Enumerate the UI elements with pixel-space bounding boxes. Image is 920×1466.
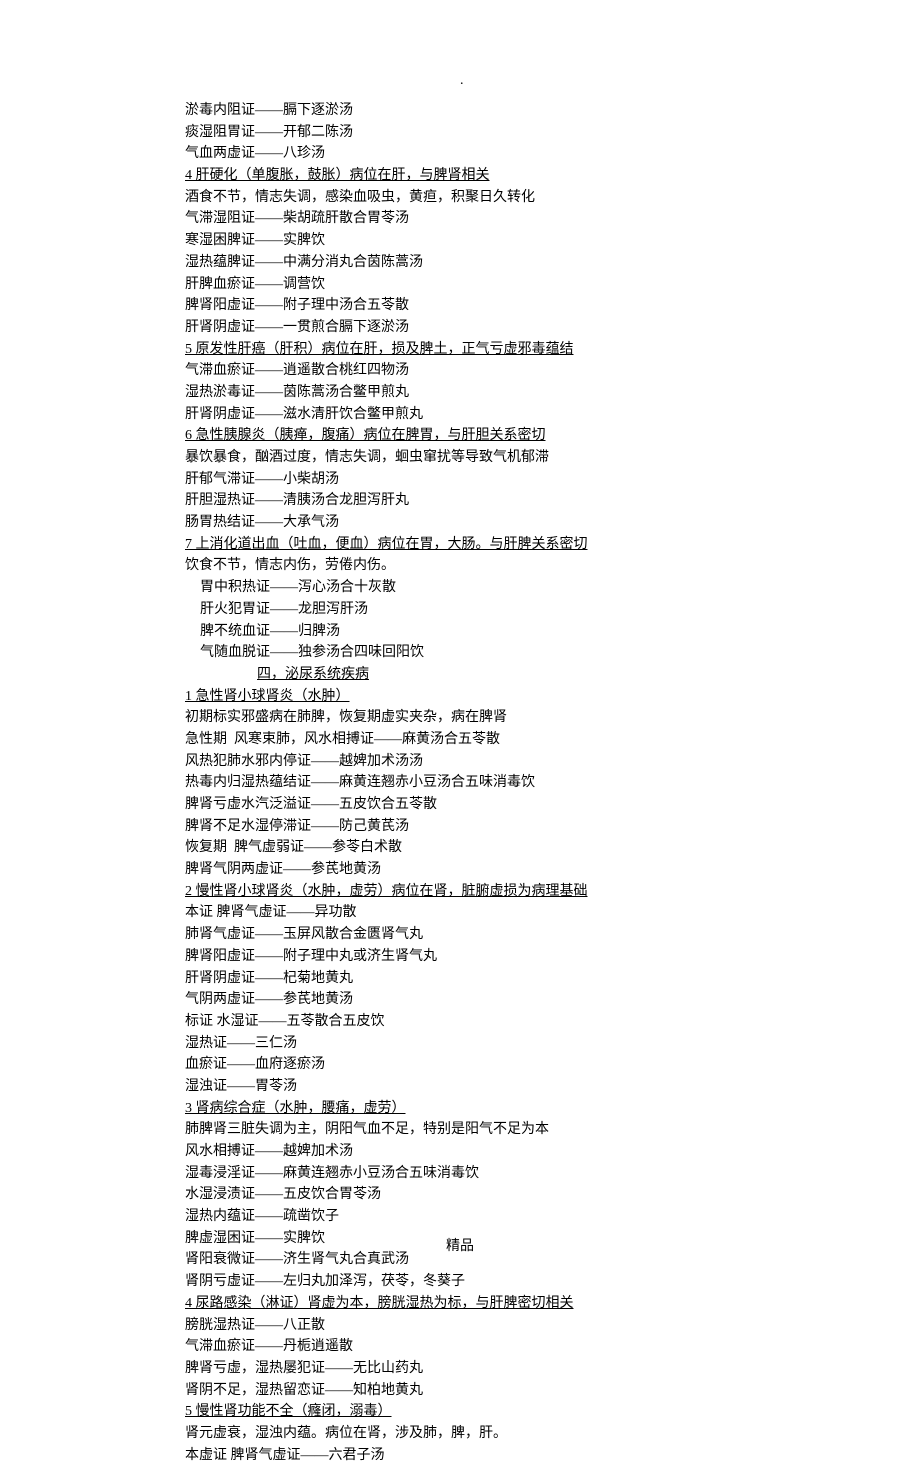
text-line: 湿热内蕴证——疏凿饮子 [185, 1206, 920, 1228]
text-line: 四，泌尿系统疾病 [185, 664, 920, 686]
text-line: 痰湿阻胃证——开郁二陈汤 [185, 122, 920, 144]
text-line: 风水相搏证——越婢加术汤 [185, 1141, 920, 1163]
text-line: 脾肾不足水湿停滞证——防己黄芪汤 [185, 816, 920, 838]
text-line: 气滞血瘀证——逍遥散合桃红四物汤 [185, 360, 920, 382]
text-line: 3 肾病综合症（水肿，腰痛，虚劳） [185, 1098, 920, 1120]
text-line: 胃中积热证——泻心汤合十灰散 [185, 577, 920, 599]
text-line: 寒湿困脾证——实脾饮 [185, 230, 920, 252]
text-line: 水湿浸渍证——五皮饮合胃苓汤 [185, 1184, 920, 1206]
text-line: 1 急性肾小球肾炎（水肿） [185, 686, 920, 708]
text-line: 湿毒浸淫证——麻黄连翘赤小豆汤合五味消毒饮 [185, 1163, 920, 1185]
text-line: 初期标实邪盛病在肺脾，恢复期虚实夹杂，病在脾肾 [185, 707, 920, 729]
text-line: 湿热蕴脾证——中满分消丸合茵陈蒿汤 [185, 252, 920, 274]
text-line: 脾肾亏虚，湿热屡犯证——无比山药丸 [185, 1358, 920, 1380]
text-line: 脾肾亏虚水汽泛溢证——五皮饮合五苓散 [185, 794, 920, 816]
text-line: 肝郁气滞证——小柴胡汤 [185, 469, 920, 491]
text-line: 肝肾阴虚证——杞菊地黄丸 [185, 968, 920, 990]
text-line: 暴饮暴食，酗酒过度，情志失调，蛔虫窜扰等导致气机郁滞 [185, 447, 920, 469]
text-line: 热毒内归湿热蕴结证——麻黄连翘赤小豆汤合五味消毒饮 [185, 772, 920, 794]
text-line: 7 上消化道出血（吐血，便血）病位在胃，大肠。与肝脾关系密切 [185, 534, 920, 556]
text-line: 4 尿路感染（淋证）肾虚为本，膀胱湿热为标，与肝脾密切相关 [185, 1293, 920, 1315]
text-line: 脾肾阳虚证——附子理中汤合五苓散 [185, 295, 920, 317]
text-line: 肾阴亏虚证——左归丸加泽泻，茯苓，冬葵子 [185, 1271, 920, 1293]
text-line: 肝火犯胃证——龙胆泻肝汤 [185, 599, 920, 621]
text-line: 肠胃热结证——大承气汤 [185, 512, 920, 534]
text-line: 4 肝硬化（单腹胀，鼓胀）病位在肝，与脾肾相关 [185, 165, 920, 187]
text-line: 2 慢性肾小球肾炎（水肿，虚劳）病位在肾，脏腑虚损为病理基础 [185, 881, 920, 903]
text-line: 湿浊证——胃苓汤 [185, 1076, 920, 1098]
text-line: 肝肾阴虚证——滋水清肝饮合鳖甲煎丸 [185, 404, 920, 426]
text-line: 本证 脾肾气虚证——异功散 [185, 902, 920, 924]
text-line: 5 慢性肾功能不全（癃闭，溺毒） [185, 1401, 920, 1423]
text-line: 膀胱湿热证——八正散 [185, 1315, 920, 1337]
text-line: 脾肾气阴两虚证——参芪地黄汤 [185, 859, 920, 881]
text-line: 酒食不节，情志失调，感染血吸虫，黄疸，积聚日久转化 [185, 187, 920, 209]
text-line: 肺脾肾三脏失调为主，阴阳气血不足，特别是阳气不足为本 [185, 1119, 920, 1141]
text-line: 肺肾气虚证——玉屏风散合金匮肾气丸 [185, 924, 920, 946]
text-line: 5 原发性肝癌（肝积）病位在肝，损及脾土，正气亏虚邪毒蕴结 [185, 339, 920, 361]
text-line: 6 急性胰腺炎（胰瘅，腹痛）病位在脾胃，与肝胆关系密切 [185, 425, 920, 447]
text-line: 气血两虚证——八珍汤 [185, 143, 920, 165]
text-line: 恢复期 脾气虚弱证——参苓白术散 [185, 837, 920, 859]
text-line: 气阴两虚证——参芪地黄汤 [185, 989, 920, 1011]
top-dot: . [460, 70, 464, 92]
text-line: 湿热证——三仁汤 [185, 1033, 920, 1055]
text-line: 风热犯肺水邪内停证——越婢加术汤汤 [185, 751, 920, 773]
text-line: 标证 水湿证——五苓散合五皮饮 [185, 1011, 920, 1033]
text-line: 急性期 风寒束肺，风水相搏证——麻黄汤合五苓散 [185, 729, 920, 751]
text-line: 血瘀证——血府逐瘀汤 [185, 1054, 920, 1076]
text-line: 肝脾血瘀证——调营饮 [185, 274, 920, 296]
text-line: 肾元虚衰，湿浊内蕴。病位在肾，涉及肺，脾，肝。 [185, 1423, 920, 1445]
footer-label: 精品 [0, 1236, 920, 1258]
text-line: 湿热淤毒证——茵陈蒿汤合鳖甲煎丸 [185, 382, 920, 404]
text-line: 饮食不节，情志内伤，劳倦内伤。 [185, 555, 920, 577]
text-line: 脾肾阳虚证——附子理中丸或济生肾气丸 [185, 946, 920, 968]
document-body: 淤毒内阻证——膈下逐淤汤痰湿阻胃证——开郁二陈汤气血两虚证——八珍汤4 肝硬化（… [185, 100, 920, 1466]
text-line: 气随血脱证——独参汤合四味回阳饮 [185, 642, 920, 664]
text-line: 肝肾阴虚证——一贯煎合膈下逐淤汤 [185, 317, 920, 339]
text-line: 气滞湿阻证——柴胡疏肝散合胃苓汤 [185, 208, 920, 230]
text-line: 肝胆湿热证——清胰汤合龙胆泻肝丸 [185, 490, 920, 512]
text-line: 本虚证 脾肾气虚证——六君子汤 [185, 1445, 920, 1466]
text-line: 淤毒内阻证——膈下逐淤汤 [185, 100, 920, 122]
text-line: 气滞血瘀证——丹栀逍遥散 [185, 1336, 920, 1358]
text-line: 肾阴不足，湿热留恋证——知柏地黄丸 [185, 1380, 920, 1402]
text-line: 脾不统血证——归脾汤 [185, 621, 920, 643]
